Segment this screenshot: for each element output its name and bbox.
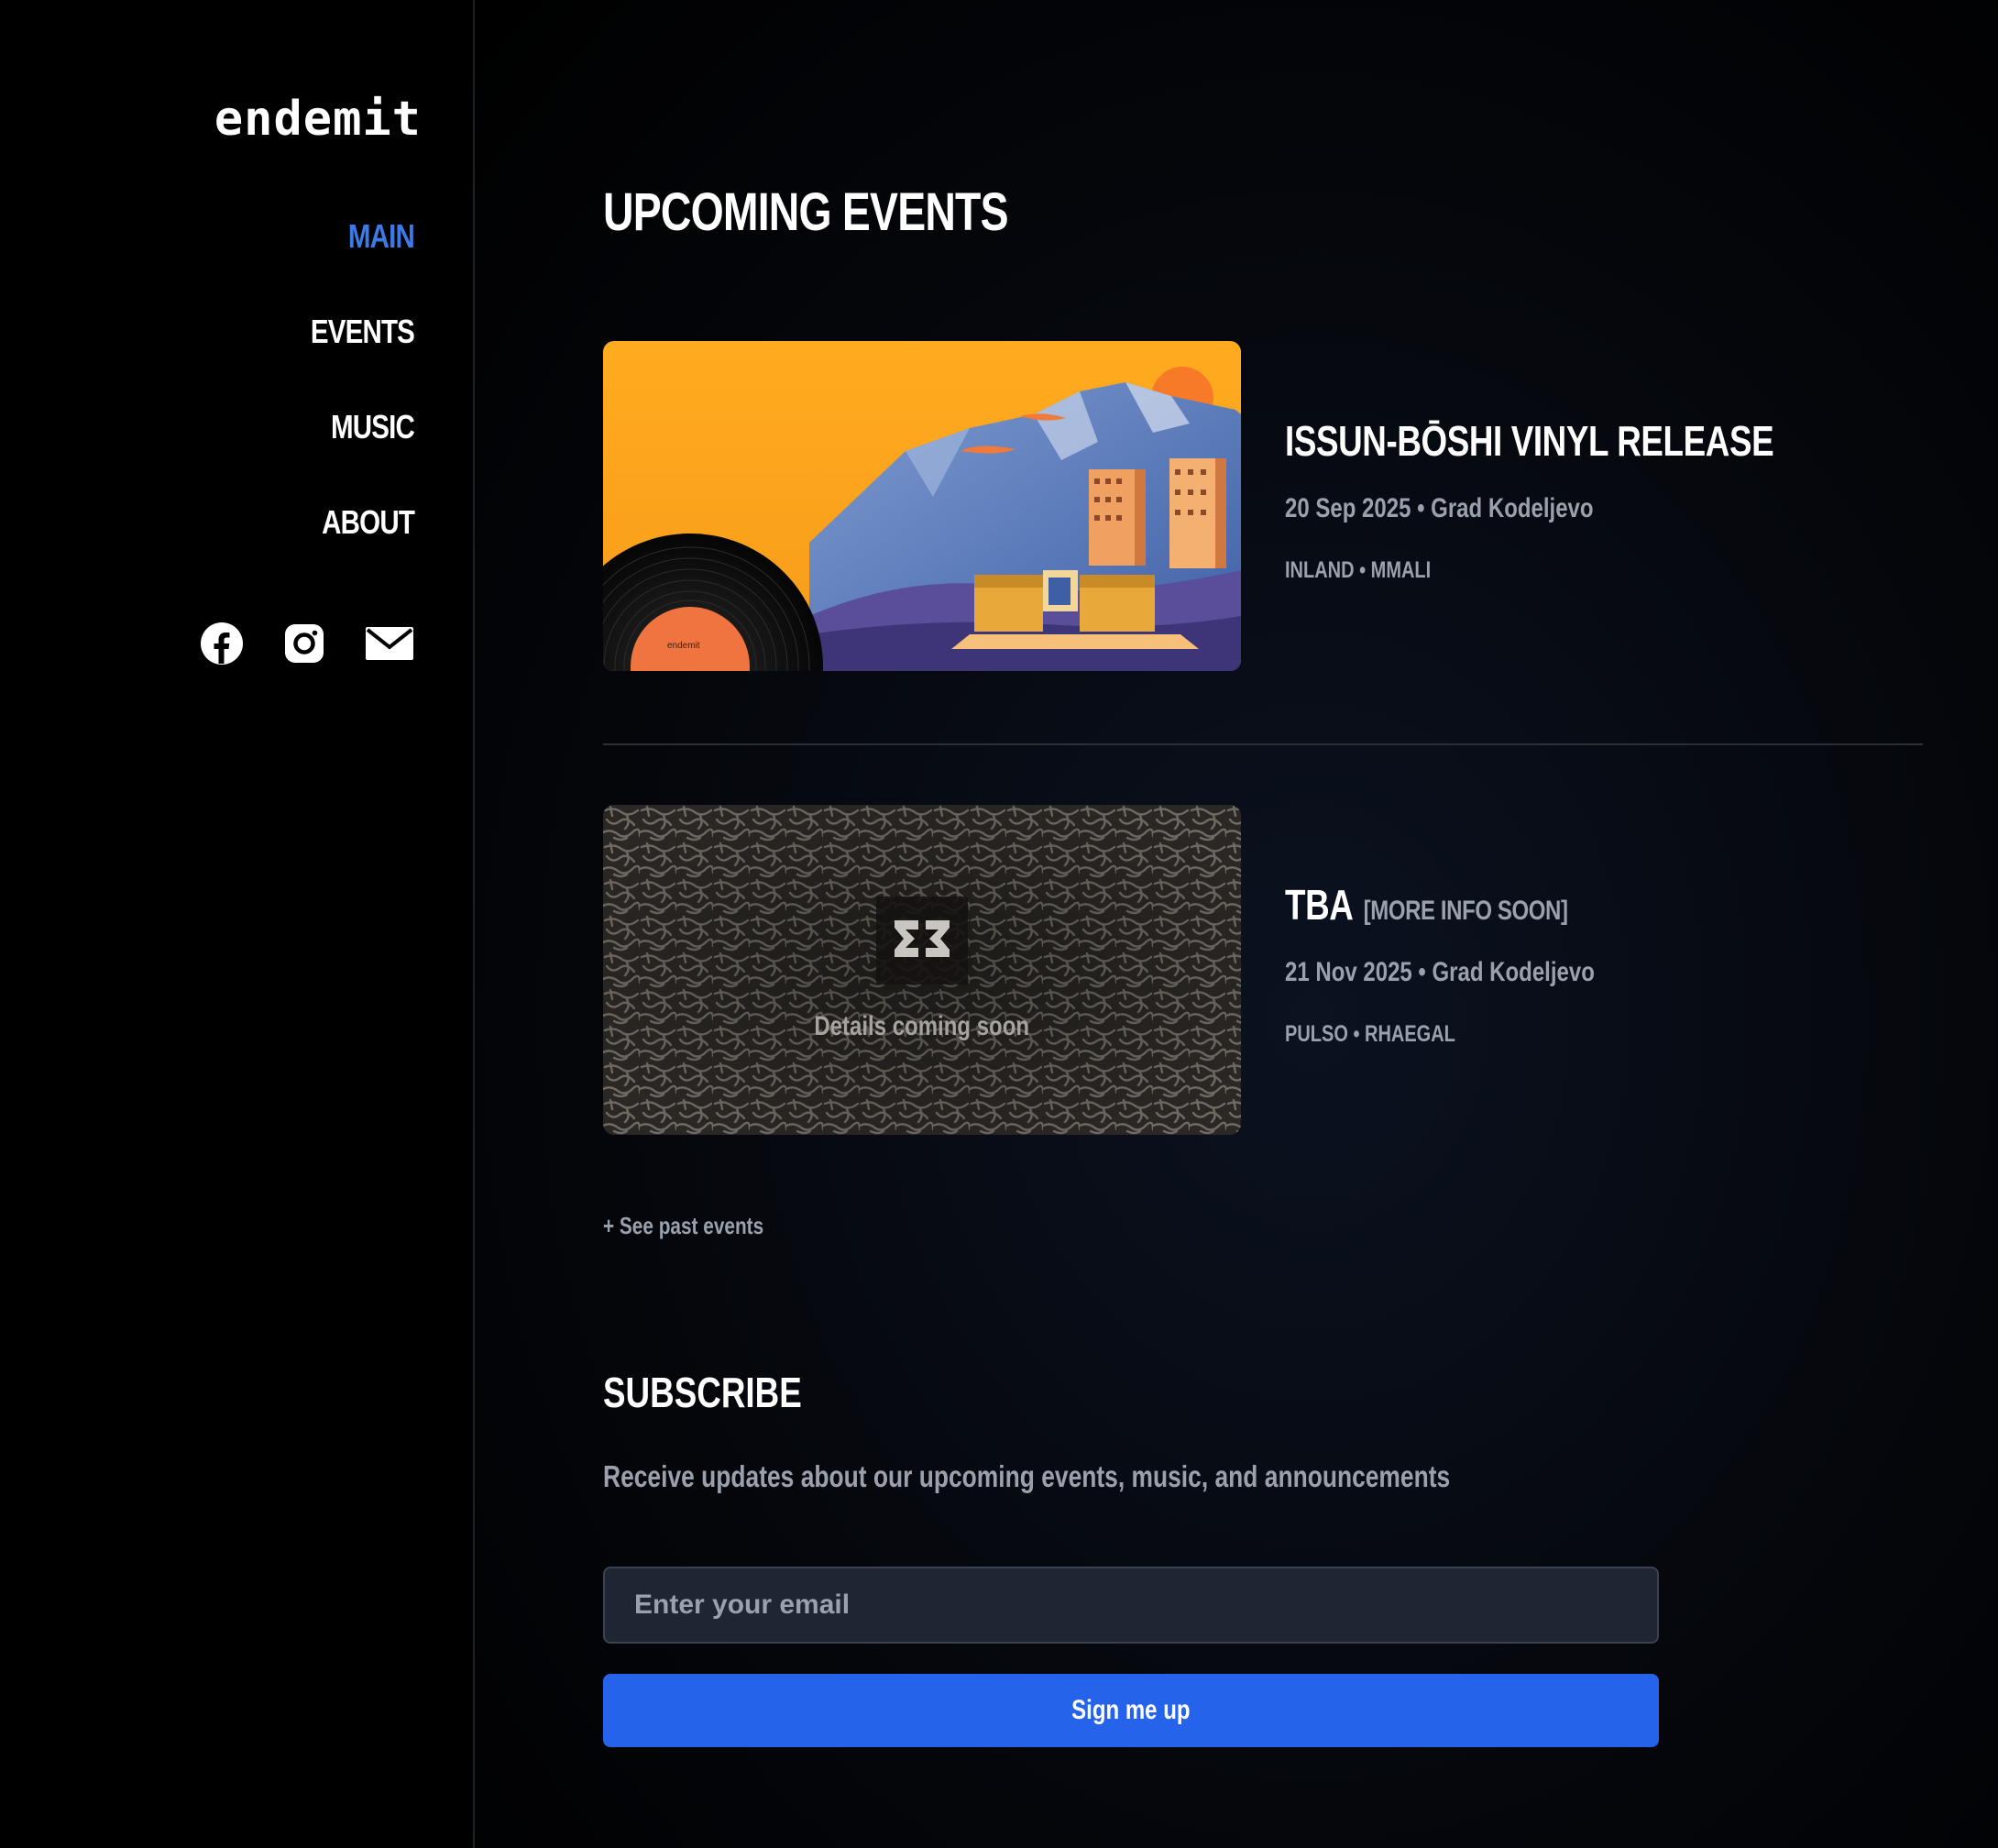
nav-item-music[interactable]: MUSIC bbox=[311, 402, 415, 497]
instagram-icon[interactable] bbox=[282, 622, 326, 666]
main-content: UPCOMING EVENTS endemit ISSUN-BŌSHI VINY… bbox=[475, 0, 1998, 1848]
event-info: ISSUN-BŌSHI VINYL RELEASE 20 Sep 2025 • … bbox=[1285, 416, 1896, 584]
event-tag: [MORE INFO SOON] bbox=[1363, 896, 1568, 926]
event-cover-image[interactable]: endemit bbox=[603, 341, 1241, 671]
brand-logo[interactable]: endemit bbox=[214, 92, 422, 147]
event-lineup: INLAND • MMALI bbox=[1285, 557, 1432, 583]
subscribe-title: SUBSCRIBE bbox=[603, 1369, 802, 1416]
subscribe-description: Receive updates about our upcoming event… bbox=[603, 1459, 1451, 1493]
nav-item-events[interactable]: EVENTS bbox=[311, 306, 415, 402]
sign-up-button[interactable]: Sign me up bbox=[603, 1674, 1659, 1747]
event-lineup: PULSO • RHAEGAL bbox=[1285, 1021, 1455, 1047]
nav-item-about[interactable]: ABOUT bbox=[311, 497, 415, 592]
facebook-icon[interactable] bbox=[200, 622, 244, 666]
social-links bbox=[200, 622, 414, 666]
event-card: endemit ISSUN-BŌSHI VINYL RELEASE 20 Sep… bbox=[603, 341, 1923, 673]
placeholder-caption: Details coming soon bbox=[814, 1011, 1030, 1041]
event-title[interactable]: ISSUN-BŌSHI VINYL RELEASE bbox=[1285, 416, 1896, 466]
event-placeholder-image[interactable]: Details coming soon bbox=[603, 805, 1241, 1135]
event-title[interactable]: TBA [MORE INFO SOON] bbox=[1285, 880, 1672, 930]
event-date-venue: 21 Nov 2025 • Grad Kodeljevo bbox=[1285, 957, 1595, 987]
event-info: TBA [MORE INFO SOON] 21 Nov 2025 • Grad K… bbox=[1285, 880, 1672, 1048]
divider bbox=[603, 743, 1923, 745]
email-field[interactable] bbox=[603, 1567, 1659, 1644]
nav-item-main[interactable]: MAIN bbox=[311, 211, 415, 306]
sidebar: endemit MAIN EVENTS MUSIC ABOUT bbox=[0, 0, 475, 1848]
page-title: UPCOMING EVENTS bbox=[603, 182, 1009, 242]
event-date-venue: 20 Sep 2025 • Grad Kodeljevo bbox=[1285, 493, 1594, 523]
mail-icon[interactable] bbox=[365, 622, 414, 666]
event-card: Details coming soon TBA [MORE INFO SOON] … bbox=[603, 805, 1923, 1137]
vinyl-label-text: endemit bbox=[667, 641, 700, 651]
see-past-events-link[interactable]: + See past events bbox=[603, 1212, 804, 1240]
main-nav: MAIN EVENTS MUSIC ABOUT bbox=[288, 211, 415, 592]
